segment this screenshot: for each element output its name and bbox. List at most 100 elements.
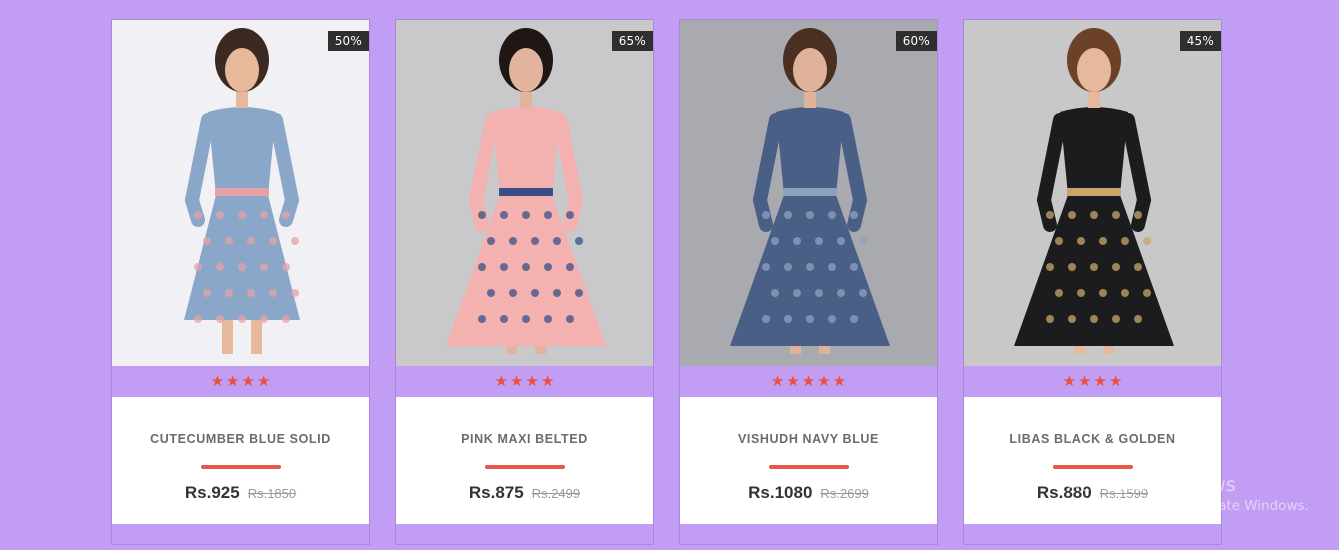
original-price: Rs.2699 [820,486,869,501]
rating-stars: ★ ★ ★ ★ [964,366,1221,397]
dress-pattern [531,289,539,297]
accent-divider [1052,465,1133,469]
star-icon: ★ [210,373,225,390]
dress-pattern [291,289,299,297]
dress-pattern [247,237,255,245]
original-price: Rs.2499 [531,486,581,501]
sale-price: Rs.925 [184,483,240,502]
star-icon: ★ [226,373,240,390]
dress-pattern [238,315,246,323]
dress-pattern [522,263,530,271]
dress-pattern [260,263,268,271]
dress-pattern [509,237,517,245]
dress-pattern [850,315,858,323]
dress-pattern [1055,237,1063,245]
dress-pattern [1046,263,1054,271]
product-info: PINK MAXI BELTED Rs.875 Rs.2499 [396,397,653,524]
dress-pattern [194,315,202,323]
dress-pattern [522,315,530,323]
product-image[interactable]: 45% [964,20,1221,366]
dress-pattern [544,263,552,271]
discount-badge: 45% [1179,31,1221,51]
dress-pattern [509,289,517,297]
dress-pattern [1090,315,1098,323]
dress-pattern [828,211,836,219]
star-icon: ★ [494,373,509,390]
dress-pattern [1143,289,1151,297]
dress-pattern [806,315,814,323]
discount-badge: 60% [895,31,937,51]
dress-pattern [194,263,202,271]
product-card[interactable]: 50% ★ ★ ★ ★ CUTECUMBER BLUE SOLID Rs.925 Rs… [111,19,370,545]
dress-pattern [1134,263,1142,271]
product-name[interactable]: LIBAS BLACK & GOLDEN [964,432,1221,446]
star-icon: ★ [770,373,785,390]
model-neck [236,92,248,108]
product-card[interactable]: 60% ★ ★ ★ ★ ★ VISHUDH NAVY BLUE Rs.1080 Rs.2… [679,19,938,545]
rating-stars: ★ ★ ★ ★ [112,366,369,397]
dress-pattern [1077,289,1085,297]
dress-pattern [859,237,867,245]
product-photo-illustration [112,20,369,366]
dress-pattern [793,237,801,245]
dress-pattern [269,237,277,245]
product-info: CUTECUMBER BLUE SOLID Rs.925 Rs.1850 [112,397,369,524]
dress-pattern [771,289,779,297]
product-card[interactable]: 65% ★ ★ ★ ★ PINK MAXI BELTED Rs.875 Rs.2499 [395,19,654,545]
dress-pattern [1121,237,1129,245]
model-neck [804,92,816,108]
product-name[interactable]: VISHUDH NAVY BLUE [680,432,937,446]
price-row: Rs.875 Rs.2499 [396,483,653,503]
dress-pattern [216,315,224,323]
product-photo-illustration [396,20,653,366]
product-card[interactable]: 45% ★ ★ ★ ★ LIBAS BLACK & GOLDEN Rs.880 Rs.… [963,19,1222,545]
dress-pattern [478,263,486,271]
windows-activation-watermark: Activate Windows Go to Settings to activ… [1067,474,1309,514]
rating-stars: ★ ★ ★ ★ ★ [680,366,937,397]
star-icon: ★ [1093,373,1107,390]
product-image[interactable]: 50% [112,20,369,366]
product-image[interactable]: 60% [680,20,937,366]
dress-pattern [566,211,574,219]
dress-pattern [544,315,552,323]
dress-pattern [575,289,583,297]
dress-pattern [282,211,290,219]
dress-pattern [762,315,770,323]
model-face [1077,48,1111,92]
product-info: VISHUDH NAVY BLUE Rs.1080 Rs.2699 [680,397,937,524]
price-row: Rs.1080 Rs.2699 [680,483,937,503]
product-photo-illustration [964,20,1221,366]
dress-pattern [1134,315,1142,323]
dress-pattern [203,289,211,297]
model-neck [520,92,532,108]
product-photo-illustration [680,20,937,366]
accent-divider [484,465,565,469]
dress-pattern [566,263,574,271]
dress-pattern [806,211,814,219]
model-face [509,48,543,92]
dress-pattern [1068,211,1076,219]
dress-accent [1067,188,1121,196]
dress-pattern [487,289,495,297]
star-icon: ★ [510,373,524,390]
dress-pattern [784,315,792,323]
dress-pattern [260,315,268,323]
dress-pattern [850,263,858,271]
product-name[interactable]: PINK MAXI BELTED [396,432,653,446]
product-image[interactable]: 65% [396,20,653,366]
dress-pattern [1112,211,1120,219]
dress-pattern [500,263,508,271]
dress-pattern [238,211,246,219]
star-icon: ★ [1062,373,1077,390]
dress-pattern [1099,289,1107,297]
dress-pattern [247,289,255,297]
product-name[interactable]: CUTECUMBER BLUE SOLID [112,432,369,446]
dress-pattern [1068,263,1076,271]
star-icon: ★ [1078,373,1092,390]
dress-pattern [815,289,823,297]
watermark-subtitle: Go to Settings to activate Windows. [1067,498,1309,514]
dress-pattern [575,237,583,245]
dress-pattern [478,211,486,219]
dress-pattern [544,211,552,219]
dress-pattern [478,315,486,323]
